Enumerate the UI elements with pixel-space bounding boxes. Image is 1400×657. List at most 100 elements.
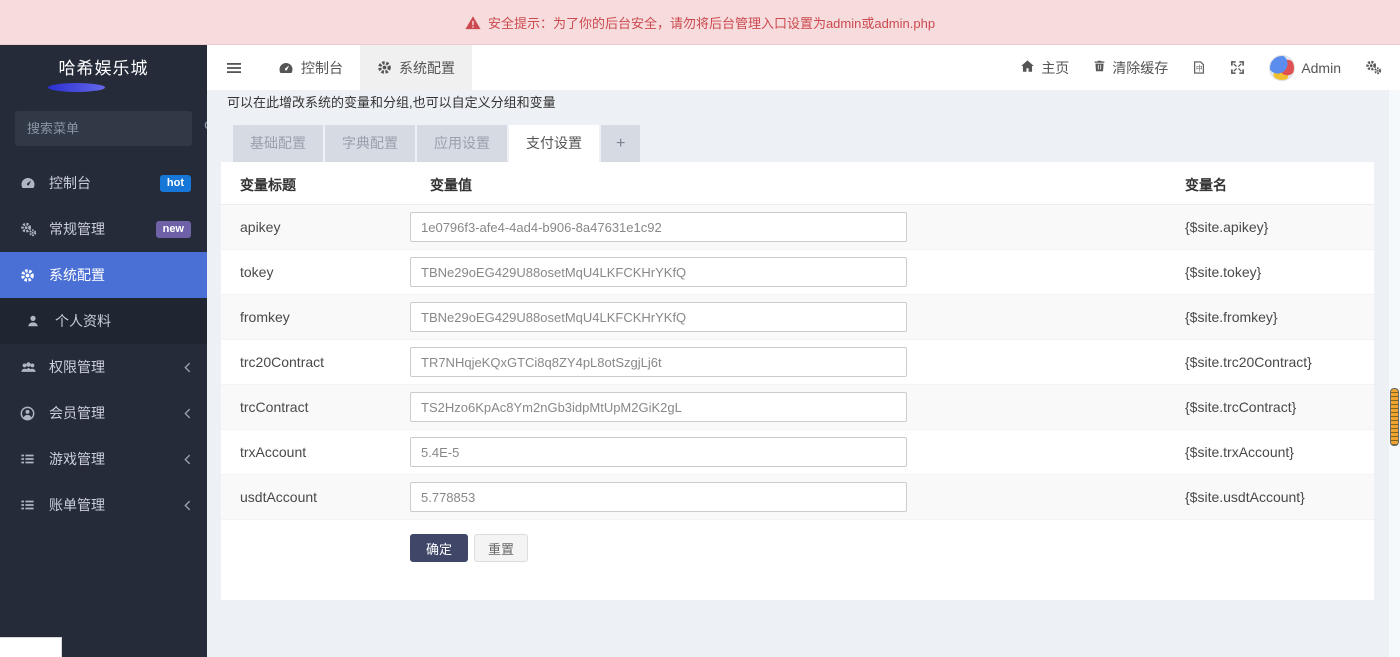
main-content: 可以在此增改系统的变量和分组,也可以自定义分组和变量 基础配置字典配置应用设置支… [207, 90, 1400, 657]
chevron-left-icon [184, 500, 191, 511]
scrollbar-track[interactable] [1389, 90, 1400, 657]
table-row: trxAccount{$site.trxAccount} [221, 430, 1374, 475]
page-intro: 可以在此增改系统的变量和分组,也可以自定义分组和变量 [227, 93, 1400, 113]
topnav-tabs: 控制台 系统配置 [261, 45, 472, 90]
user-menu[interactable]: Admin [1269, 55, 1341, 81]
column-header-name: 变量名 [1185, 175, 1354, 195]
gear-icon [377, 60, 392, 75]
config-tab[interactable]: 支付设置 [509, 125, 599, 162]
sidebar-item-general[interactable]: 常规管理 new [0, 206, 207, 252]
variable-value-input[interactable] [410, 392, 907, 422]
hamburger-icon[interactable] [207, 60, 261, 76]
trash-icon [1093, 59, 1106, 76]
table-row: apikey {$site.apikey} [221, 205, 1374, 250]
variable-value-input[interactable] [410, 347, 907, 377]
language-icon[interactable]: 中 [1192, 60, 1206, 75]
sidebar: 哈希娱乐城 控制台 hot 常规管理 new 系统配置个人资料权限管理会员管理游戏管理账… [0, 45, 207, 657]
sidebar-item-member[interactable]: 会员管理 [0, 390, 207, 436]
hot-badge: hot [160, 175, 191, 192]
variable-name: {$site.trc20Contract} [1185, 354, 1354, 370]
chevron-left-icon [184, 454, 191, 465]
users-icon [20, 360, 40, 374]
clear-cache-label: 清除缓存 [1112, 58, 1168, 78]
app-logo[interactable]: 哈希娱乐城 [0, 45, 207, 87]
sidebar-item-label: 账单管理 [49, 495, 105, 515]
variable-value-input[interactable] [410, 302, 907, 332]
list-icon [20, 498, 40, 512]
sidebar-item-label: 会员管理 [49, 403, 105, 423]
form-actions: 确定 重置 [410, 534, 1374, 562]
variable-title: trxAccount [240, 444, 410, 460]
sidebar-bottom-box [0, 637, 62, 657]
user-avatar[interactable] [1269, 55, 1295, 81]
config-tab[interactable]: 基础配置 [233, 125, 323, 162]
variable-name: {$site.trcContract} [1185, 399, 1354, 415]
topnav-tab-console[interactable]: 控制台 [261, 45, 360, 90]
user-avatar-partial [48, 83, 105, 92]
sidebar-item-game[interactable]: 游戏管理 [0, 436, 207, 482]
variable-title: trc20Contract [240, 354, 410, 370]
username: Admin [1301, 60, 1341, 76]
sidebar-item-auth[interactable]: 权限管理 [0, 344, 207, 390]
security-banner: 安全提示：为了你的后台安全，请勿将后台管理入口设置为admin或admin.ph… [0, 0, 1400, 45]
sidebar-item-label: 游戏管理 [49, 449, 105, 469]
topnav-tab-label: 系统配置 [399, 58, 455, 78]
topnav-tab-label: 控制台 [301, 58, 343, 78]
confirm-button[interactable]: 确定 [410, 534, 468, 562]
sidebar-item-console[interactable]: 控制台 hot [0, 160, 207, 206]
sidebar-item-label: 权限管理 [49, 357, 105, 377]
settings-gears-icon[interactable] [1365, 60, 1382, 75]
list-icon [20, 452, 40, 466]
variable-title: trcContract [240, 399, 410, 415]
topnav-tab-config[interactable]: 系统配置 [360, 45, 472, 90]
sidebar-search[interactable] [15, 111, 192, 146]
variable-name: {$site.tokey} [1185, 264, 1354, 280]
chevron-left-icon [184, 408, 191, 419]
sidebar-item-config[interactable]: 系统配置 [0, 252, 207, 298]
fullscreen-icon[interactable] [1230, 60, 1245, 75]
dashboard-icon [20, 176, 40, 190]
table-row: usdtAccount {$site.usdtAccount} [221, 475, 1374, 520]
variable-title: fromkey [240, 309, 410, 325]
chevron-left-icon [184, 362, 191, 373]
variable-title: tokey [240, 264, 410, 280]
variable-value-input[interactable] [410, 482, 907, 512]
column-header-value: 变量值 [410, 175, 1185, 195]
sidebar-item-label: 系统配置 [49, 265, 105, 285]
scrollbar-thumb[interactable] [1390, 388, 1399, 446]
config-tab[interactable]: 应用设置 [417, 125, 507, 162]
variable-name: {$site.apikey} [1185, 219, 1354, 235]
variable-name: {$site.fromkey} [1185, 309, 1354, 325]
variable-value-input[interactable] [410, 437, 907, 467]
reset-button[interactable]: 重置 [474, 534, 528, 562]
variable-title: usdtAccount [240, 489, 410, 505]
sidebar-item-label: 控制台 [49, 173, 91, 193]
table-row: trc20Contract {$site.trc20Contract} [221, 340, 1374, 385]
clear-cache-button[interactable]: 清除缓存 [1093, 58, 1168, 78]
variable-value-input[interactable] [410, 257, 907, 287]
config-tab[interactable]: 字典配置 [325, 125, 415, 162]
search-input[interactable] [27, 121, 203, 136]
topnav-right: 主页 清除缓存 中 Admin [1020, 55, 1400, 81]
new-badge: new [156, 221, 191, 238]
cogs-icon [20, 222, 40, 237]
config-panel: 变量标题 变量值 变量名 apikey {$site.apikey} tokey {$… [221, 162, 1374, 600]
variable-title: apikey [240, 219, 410, 235]
home-icon [1020, 59, 1035, 76]
variable-value-input[interactable] [410, 212, 907, 242]
column-header-title: 变量标题 [240, 175, 410, 195]
config-tabs: 基础配置字典配置应用设置支付设置+ [233, 125, 1400, 162]
table-body: apikey {$site.apikey} tokey {$site.tokey} fr… [221, 205, 1374, 520]
variable-name: {$site.usdtAccount} [1185, 489, 1354, 505]
security-banner-text: 安全提示：为了你的后台安全，请勿将后台管理入口设置为admin或admin.ph… [488, 13, 935, 32]
sidebar-item-label: 常规管理 [49, 219, 105, 239]
sidebar-menu: 控制台 hot 常规管理 new 系统配置个人资料权限管理会员管理游戏管理账单管理 [0, 160, 207, 528]
sidebar-item-bill[interactable]: 账单管理 [0, 482, 207, 528]
table-row: fromkey {$site.fromkey} [221, 295, 1374, 340]
sidebar-item-profile[interactable]: 个人资料 [0, 298, 207, 344]
user-icon [26, 314, 46, 328]
user-circle-icon [20, 406, 40, 421]
home-button[interactable]: 主页 [1020, 58, 1069, 78]
svg-text:中: 中 [1196, 64, 1203, 73]
add-tab-button[interactable]: + [601, 125, 640, 162]
